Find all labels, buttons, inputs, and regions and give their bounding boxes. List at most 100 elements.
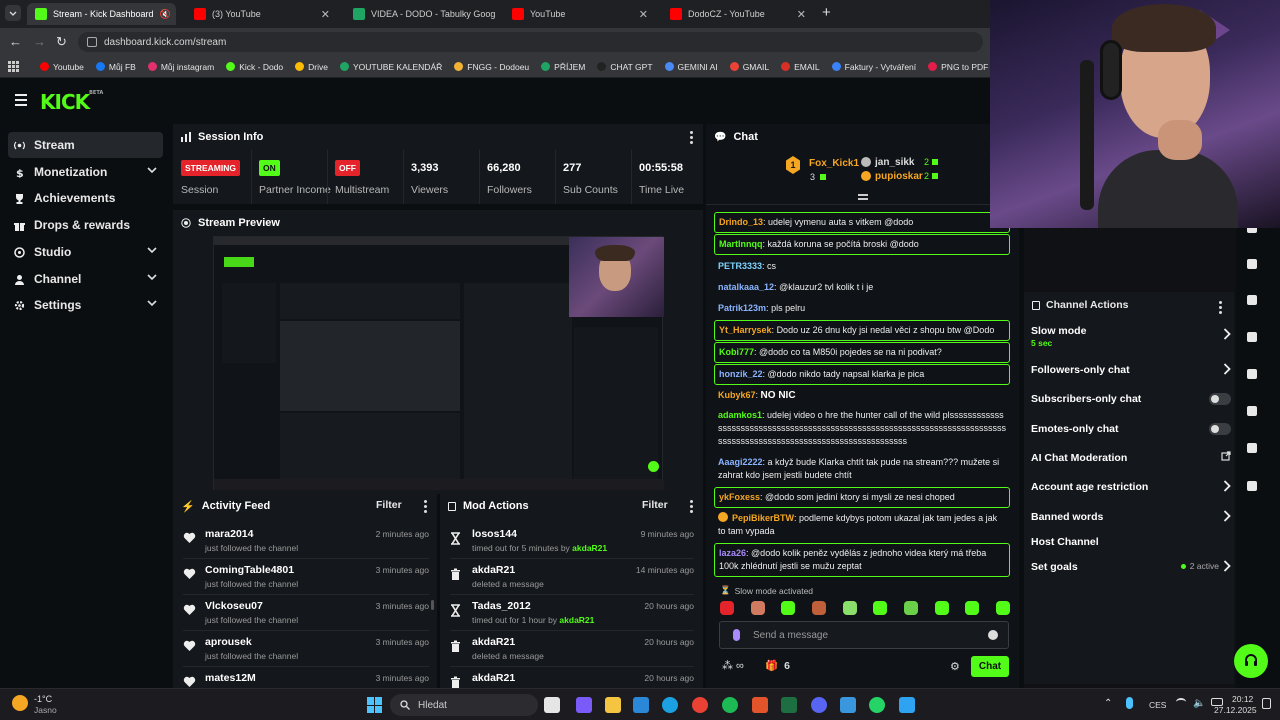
chat-message[interactable]: Martlnnqq: každá koruna se počítá broski… xyxy=(714,234,1010,255)
tab-youtube-2[interactable]: YouTube ✕ xyxy=(504,3,656,25)
bookmark-item[interactable]: YOUTUBE KALENDÁŘ xyxy=(339,62,442,72)
copilot-icon[interactable] xyxy=(576,697,592,713)
mod-action-by[interactable]: akdaR21 xyxy=(572,543,607,553)
chat-username[interactable]: PepiBikerBTW xyxy=(732,513,794,523)
mod-action-row[interactable]: Tadas_2012 timed out for 1 hour by akdaR2… xyxy=(450,596,694,631)
toggle-switch[interactable] xyxy=(1209,393,1231,405)
session-kebab-icon[interactable] xyxy=(690,131,693,146)
chat-username[interactable]: Kubyk67 xyxy=(718,390,756,400)
sidebar-item-studio[interactable]: Studio xyxy=(8,239,163,265)
activity-user[interactable]: ComingTable4801 xyxy=(205,564,294,576)
send-chat-button[interactable]: Chat xyxy=(971,656,1009,677)
activity-filter-button[interactable]: Filter xyxy=(376,499,402,511)
chevron-down-icon[interactable] xyxy=(147,247,157,254)
channel-action-host-channel[interactable]: Host Channel xyxy=(1031,531,1231,553)
mod-kebab-icon[interactable] xyxy=(690,500,693,515)
chat-message[interactable]: Kubyk67: NO NIC xyxy=(714,386,1010,405)
chat-username[interactable]: Martlnnqq xyxy=(719,239,763,249)
activity-feed-row[interactable]: mara2014 just followed the channel 2 minut… xyxy=(183,524,429,559)
emote-icon[interactable] xyxy=(934,601,949,615)
mod-action-row[interactable]: akdaR21 deleted a message 20 hours ago xyxy=(450,632,694,667)
bookmark-item[interactable]: PŘÍJEM xyxy=(541,62,585,72)
chat-message[interactable]: Drindo_13: udelej vymenu auta s vitkem @… xyxy=(714,212,1010,233)
emote-icon[interactable] xyxy=(873,601,888,615)
bookmark-item[interactable]: GEMINI AI xyxy=(664,62,718,72)
volume-icon[interactable]: 🔈 xyxy=(1193,698,1205,709)
chat-settings-gear-icon[interactable]: ⚙ xyxy=(950,660,960,673)
film-rail-button[interactable] xyxy=(1240,399,1264,423)
calculator-icon[interactable] xyxy=(840,697,856,713)
activity-feed-row[interactable]: ComingTable4801 just followed the channel… xyxy=(183,560,429,595)
chat-message[interactable]: PETR3333: cs xyxy=(714,257,1010,276)
external-link-icon[interactable] xyxy=(1221,451,1231,461)
activity-feed-row[interactable]: mates12M 3 minutes ago xyxy=(183,668,429,688)
coins-rail-button[interactable] xyxy=(1240,474,1264,498)
notification-bell-icon[interactable] xyxy=(1262,698,1271,709)
channel-action-emotes-only-chat[interactable]: Emotes-only chat xyxy=(1031,418,1231,440)
chat-username[interactable]: Kobi777 xyxy=(719,347,754,357)
channel-actions-kebab-icon[interactable] xyxy=(1219,301,1222,316)
kicks-balance[interactable]: ⁂ ∞ xyxy=(722,659,744,673)
leaderboard-expand-icon[interactable] xyxy=(858,194,868,200)
leader-1-name[interactable]: Fox_Kick1 xyxy=(809,158,859,169)
chevron-down-icon[interactable] xyxy=(147,274,157,281)
chrome-icon[interactable] xyxy=(692,697,708,713)
sidebar-item-monetization[interactable]: $ Monetization xyxy=(8,159,163,185)
muted-speaker-icon[interactable]: 🔇 xyxy=(160,9,171,20)
url-bar[interactable]: dashboard.kick.com/stream xyxy=(78,32,983,52)
chat-message[interactable]: adamkos1: udelej video o hre the hunter … xyxy=(714,406,1010,451)
mod-action-row[interactable]: akdaR21 deleted a message 14 minutes ago xyxy=(450,560,694,595)
chevron-down-icon[interactable] xyxy=(147,167,157,174)
channel-action-set-goals[interactable]: Set goals 2 active xyxy=(1031,556,1231,578)
chat-rail-button[interactable] xyxy=(1240,325,1264,349)
channel-action-subscribers-only-chat[interactable]: Subscribers-only chat xyxy=(1031,388,1231,410)
toggle-switch[interactable] xyxy=(1209,423,1231,435)
chat-message[interactable]: Kobi777: @dodo co ta M850i pojedes se na… xyxy=(714,342,1010,363)
tray-chevron-icon[interactable]: ⌃ xyxy=(1104,698,1112,709)
leader-2-name[interactable]: jan_sikk xyxy=(875,157,914,168)
chat-username[interactable]: honzik_22 xyxy=(719,369,763,379)
tab-close-icon[interactable]: ✕ xyxy=(321,8,330,21)
bookmark-item[interactable]: CHAT GPT xyxy=(597,62,653,72)
whatsapp-icon[interactable] xyxy=(869,697,885,713)
activity-user[interactable]: mates12M xyxy=(205,672,256,684)
channel-action-banned-words[interactable]: Banned words xyxy=(1031,506,1231,528)
chevron-down-icon[interactable] xyxy=(147,300,157,307)
tray-mic-icon[interactable] xyxy=(1126,697,1133,709)
tab-youtube-1[interactable]: (3) YouTube ✕ xyxy=(186,3,338,25)
chat-message[interactable]: natalkaaa_12: @klauzur2 tvl kolik t i je xyxy=(714,278,1010,297)
mod-action-user[interactable]: losos144 xyxy=(472,528,517,540)
chat-message[interactable]: Patrik123m: pls pelru xyxy=(714,299,1010,318)
mod-action-user[interactable]: akdaR21 xyxy=(472,636,515,648)
wrench-rail-button[interactable] xyxy=(1240,436,1264,460)
tab-close-icon[interactable]: ✕ xyxy=(797,8,806,21)
chat-message[interactable]: Aaagi2222: a když bude Klarka chtít tak … xyxy=(714,453,1010,485)
chat-message[interactable]: honzik_22: @dodo nikdo tady napsal klark… xyxy=(714,364,1010,385)
edge-icon[interactable] xyxy=(662,697,678,713)
leader-3-name[interactable]: pupioskar xyxy=(875,171,923,182)
clock-date[interactable]: 27.12.2025 xyxy=(1214,705,1257,715)
lightning-rail-button[interactable] xyxy=(1240,252,1264,276)
sidebar-item-channel[interactable]: Channel xyxy=(8,266,163,292)
bookmark-item[interactable]: Kick - Dodo xyxy=(226,62,283,72)
apps-grid-icon[interactable] xyxy=(8,61,19,72)
chat-username[interactable]: natalkaaa_12 xyxy=(718,282,774,292)
app-icon[interactable] xyxy=(752,697,768,713)
chat-message[interactable]: ykFoxess: @dodo som jediní ktory si mysl… xyxy=(714,487,1010,508)
chat-username[interactable]: adamkos1 xyxy=(718,410,762,420)
emote-icon[interactable] xyxy=(842,601,857,615)
sidebar-item-stream[interactable]: Stream xyxy=(8,132,163,158)
task-view-icon[interactable] xyxy=(544,697,560,713)
mod-filter-button[interactable]: Filter xyxy=(642,499,668,511)
sidebar-item-drops-rewards[interactable]: Drops & rewards xyxy=(8,212,163,238)
chat-message[interactable]: laza26: @dodo kolik peněz vydělás z jedn… xyxy=(714,543,1010,577)
bookmark-item[interactable]: Faktury - Vytváření xyxy=(831,62,916,72)
activity-user[interactable]: aprousek xyxy=(205,636,252,648)
chat-message[interactable]: Yt_Harrysek: Dodo uz 26 dnu kdy jsi neda… xyxy=(714,320,1010,341)
emote-icon[interactable] xyxy=(965,601,980,615)
emote-icon[interactable] xyxy=(995,601,1010,615)
sidebar-item-achievements[interactable]: Achievements xyxy=(8,185,163,211)
channel-action-ai-chat-moderation[interactable]: AI Chat Moderation xyxy=(1031,447,1231,469)
mod-action-row[interactable]: losos144 timed out for 5 minutes by akdaR… xyxy=(450,524,694,559)
chat-message[interactable]: PepiBikerBTW: podleme kdybys potom ukaza… xyxy=(714,509,1010,541)
